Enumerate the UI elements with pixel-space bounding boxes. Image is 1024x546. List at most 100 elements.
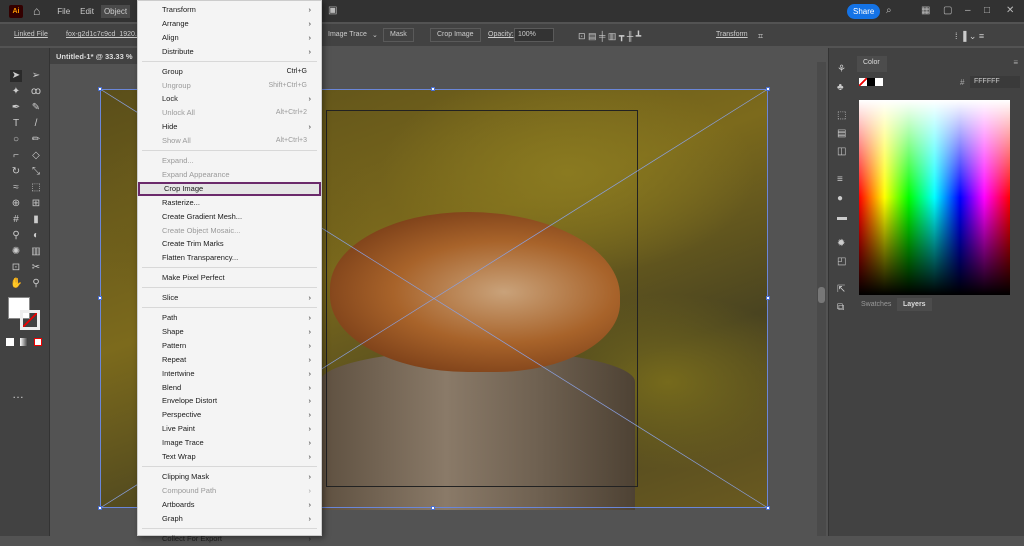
mesh-icon[interactable]: # (10, 214, 22, 226)
pathfinder-icon[interactable]: ◫ (837, 146, 846, 157)
slice-tool-icon[interactable]: ✂ (30, 262, 42, 274)
menu-item-image-trace[interactable]: Image Trace › (138, 436, 321, 450)
scale-icon[interactable]: ⤡ (30, 166, 42, 178)
symbol-sprayer-icon[interactable]: ✺ (10, 246, 22, 258)
eraser-icon[interactable]: ◇ (30, 150, 42, 162)
perspective-grid-icon[interactable]: ⊞ (30, 198, 42, 210)
menu-item-repeat[interactable]: Repeat › (138, 353, 321, 367)
resize-handle[interactable] (98, 506, 102, 510)
menu-item-align[interactable]: Align › (138, 31, 321, 45)
swatches-tab[interactable]: Swatches (855, 298, 897, 311)
menu-item-clipping-mask[interactable]: Clipping Mask › (138, 470, 321, 484)
menu-item-text-wrap[interactable]: Text Wrap › (138, 450, 321, 464)
minimize-icon[interactable]: – (965, 5, 971, 16)
transform-panel-icon[interactable]: ⬚ (837, 110, 846, 121)
menu-item-transform[interactable]: Transform › (138, 3, 321, 17)
direct-selection-tool-icon[interactable]: ➢ (30, 70, 42, 82)
artboard-tool-icon[interactable]: ⊡ (10, 262, 22, 274)
shape-builder-icon[interactable]: ⊕ (10, 198, 22, 210)
menu-item-live-paint[interactable]: Live Paint › (138, 422, 321, 436)
menu-item-envelope-distort[interactable]: Envelope Distort › (138, 394, 321, 408)
hex-input[interactable]: FFFFFF (970, 76, 1020, 88)
more-tools-icon[interactable]: … (12, 388, 24, 400)
free-transform-icon[interactable]: ⬚ (30, 182, 42, 194)
menu-item-shape[interactable]: Shape › (138, 325, 321, 339)
menu-item-graph[interactable]: Graph › (138, 512, 321, 526)
pencil-icon[interactable]: ✏ (30, 134, 42, 146)
menu-item-make-pixel-perfect[interactable]: Make Pixel Perfect (138, 271, 321, 285)
panel-layout-icon[interactable]: ▢ (943, 5, 952, 16)
rotate-icon[interactable]: ↻ (10, 166, 22, 178)
panel-menu-icon[interactable]: ≡ (1013, 58, 1018, 67)
isolate-icon[interactable]: ⌗ (758, 31, 763, 42)
share-button[interactable]: Share (847, 4, 881, 19)
none-swatch[interactable] (859, 78, 867, 86)
crop-image-button[interactable]: Crop Image (430, 28, 481, 42)
selection-tool-icon[interactable]: ➤ (10, 70, 22, 82)
menu-item-group[interactable]: Group Ctrl+G (138, 65, 321, 79)
menu-item-path[interactable]: Path › (138, 311, 321, 325)
ellipse-tool-icon[interactable]: ○ (10, 134, 22, 146)
workspace-icon[interactable]: ▦ (921, 5, 930, 16)
menu-item-create-trim-marks[interactable]: Create Trim Marks (138, 237, 321, 251)
menu-item-crop-image[interactable]: Crop Image (138, 181, 321, 196)
lasso-icon[interactable]: ꝏ (30, 86, 42, 98)
blend-icon[interactable]: ◐ (30, 230, 42, 242)
type-tool-icon[interactable]: T (10, 118, 22, 130)
magic-wand-icon[interactable]: ✦ (10, 86, 22, 98)
color-spectrum[interactable] (859, 100, 1010, 295)
graphic-styles-icon[interactable]: ◰ (837, 256, 846, 267)
close-icon[interactable]: ✕ (1006, 5, 1014, 16)
white-swatch[interactable] (875, 78, 883, 86)
align-panel-icon[interactable]: ▤ (837, 128, 846, 139)
resize-handle[interactable] (766, 506, 770, 510)
gradient-mode-icon[interactable] (20, 338, 28, 346)
width-tool-icon[interactable]: ≈ (10, 182, 22, 194)
search-icon[interactable]: ⌕ (886, 5, 892, 16)
graph-tool-icon[interactable]: ▥ (30, 246, 42, 258)
stroke-panel-icon[interactable]: ≡ (837, 174, 843, 185)
opacity-input[interactable]: 100% (514, 28, 554, 42)
menu-item-create-gradient-mesh[interactable]: Create Gradient Mesh... (138, 210, 321, 224)
gradient-icon[interactable]: ▮ (30, 214, 42, 226)
menu-item-distribute[interactable]: Distribute › (138, 45, 321, 59)
mask-button[interactable]: Mask (383, 28, 414, 42)
menu-file[interactable]: File (54, 5, 73, 18)
menu-object[interactable]: Object (100, 4, 131, 18)
black-swatch[interactable] (867, 78, 875, 86)
image-trace-dropdown-icon[interactable]: ⌄ (372, 31, 378, 39)
curvature-icon[interactable]: ✎ (30, 102, 42, 114)
appearance-icon[interactable]: ✹ (837, 238, 845, 249)
export-icon[interactable]: ⇱ (837, 284, 845, 295)
linked-file-link[interactable]: Linked File (14, 31, 48, 38)
arrange-documents-icon[interactable]: ▣ (328, 5, 337, 16)
none-mode-icon[interactable] (34, 338, 42, 346)
line-tool-icon[interactable]: / (30, 118, 42, 130)
transform-link[interactable]: Transform (716, 31, 748, 38)
menu-item-lock[interactable]: Lock › (138, 92, 321, 106)
menu-item-artboards[interactable]: Artboards › (138, 498, 321, 512)
artboards-panel-icon[interactable]: ⧉ (837, 302, 844, 313)
menu-item-intertwine[interactable]: Intertwine › (138, 367, 321, 381)
menu-item-arrange[interactable]: Arrange › (138, 17, 321, 31)
gradient-panel-icon[interactable]: ▬ (837, 212, 847, 223)
pen-tool-icon[interactable]: ✒ (10, 102, 22, 114)
resize-handle[interactable] (98, 296, 102, 300)
document-tab[interactable]: Untitled-1* @ 33.33 % (50, 48, 140, 64)
stroke-swatch[interactable] (20, 310, 40, 330)
color-tab[interactable]: Color (857, 56, 887, 72)
eyedropper-icon[interactable]: ⚲ (10, 230, 22, 242)
menu-item-slice[interactable]: Slice › (138, 291, 321, 305)
menu-item-perspective[interactable]: Perspective › (138, 408, 321, 422)
zoom-tool-icon[interactable]: ⚲ (30, 278, 42, 290)
image-trace-button[interactable]: Image Trace (328, 31, 367, 38)
menu-item-blend[interactable]: Blend › (138, 381, 321, 395)
hand-tool-icon[interactable]: ✋ (10, 278, 22, 290)
menu-edit[interactable]: Edit (77, 5, 97, 18)
resize-handle[interactable] (431, 87, 435, 91)
menu-item-pattern[interactable]: Pattern › (138, 339, 321, 353)
maximize-icon[interactable]: □ (984, 5, 990, 16)
align-icons[interactable]: ⊡ ▤ ╪ ▥ ┳ ╫ ┻ (578, 31, 641, 42)
menu-item-rasterize[interactable]: Rasterize... (138, 196, 321, 210)
menu-item-flatten-transparency[interactable]: Flatten Transparency... (138, 251, 321, 265)
